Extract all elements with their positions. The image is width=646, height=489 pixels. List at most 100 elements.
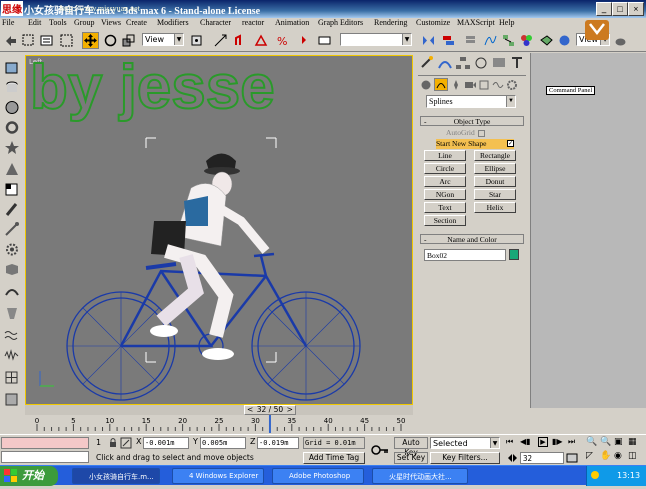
pivot-center-icon[interactable] — [188, 32, 205, 49]
wave-modifier-icon[interactable] — [3, 327, 21, 344]
modify-tab-icon[interactable] — [436, 55, 454, 71]
menu-animation[interactable]: Animation — [275, 18, 309, 27]
z-coordinate-field[interactable]: -0.019m — [257, 437, 299, 449]
create-box-icon[interactable] — [3, 59, 21, 76]
tray-icon[interactable] — [591, 471, 599, 479]
category-dropdown[interactable]: Splines ▼ — [426, 95, 516, 108]
zoom-extents-all-icon[interactable]: ▦ — [628, 437, 637, 447]
next-frame-icon[interactable]: ▮▶ — [552, 437, 563, 446]
scale-icon[interactable] — [120, 32, 137, 49]
quick-render-icon[interactable] — [556, 32, 573, 49]
create-sphere-icon[interactable] — [3, 99, 21, 116]
percent-snap-icon[interactable]: % — [274, 32, 291, 49]
menu-views[interactable]: Views — [101, 18, 121, 27]
line-button[interactable]: Line — [424, 150, 466, 161]
edit-named-selection-icon[interactable] — [316, 32, 333, 49]
name-color-rollout-header[interactable]: - Name and Color — [420, 234, 524, 244]
select-and-move-icon[interactable] — [82, 32, 99, 49]
key-filters-button[interactable]: Key Filters... — [430, 452, 500, 464]
material-editor-icon[interactable] — [518, 32, 535, 49]
autogrid-checkbox[interactable]: AutoGrid — [446, 128, 516, 138]
start-button[interactable]: 开始 — [0, 466, 58, 486]
zoom-all-icon[interactable]: 🔍 — [600, 437, 611, 447]
object-color-swatch[interactable] — [509, 249, 519, 260]
utilities-tab-icon[interactable] — [508, 55, 526, 71]
helpers-icon[interactable] — [478, 79, 490, 91]
create-cone-icon[interactable] — [3, 161, 21, 178]
time-configuration-icon[interactable] — [566, 452, 578, 464]
menu-create[interactable]: Create — [126, 18, 147, 27]
ellipse-button[interactable]: Ellipse — [474, 163, 516, 174]
maximize-viewport-icon[interactable]: ◫ — [628, 451, 637, 461]
curve-editor-icon[interactable] — [482, 32, 499, 49]
task-browser[interactable]: 火星时代动画大社... — [372, 468, 468, 484]
donut-button[interactable]: Donut — [474, 176, 516, 187]
viewport-left[interactable]: Left by jesse — [25, 55, 413, 405]
shapes-icon[interactable] — [434, 78, 448, 91]
pan-icon[interactable]: ✋ — [600, 451, 611, 461]
add-time-tag-button[interactable]: Add Time Tag — [303, 452, 365, 464]
angle-snap-icon[interactable] — [253, 32, 270, 49]
hierarchy-tab-icon[interactable] — [454, 55, 472, 71]
menu-graph-editors[interactable]: Graph Editors — [318, 18, 363, 27]
gear-icon[interactable] — [3, 241, 21, 258]
display-tab-icon[interactable] — [490, 55, 508, 71]
key-mode-dropdown[interactable]: Selected ▼ — [430, 437, 500, 449]
rotate-icon[interactable] — [102, 32, 119, 49]
key-icon[interactable] — [370, 441, 390, 459]
spinner-snap-icon[interactable] — [294, 32, 311, 49]
close-button[interactable]: × — [628, 2, 644, 16]
uvw-map-icon[interactable] — [3, 391, 21, 408]
menu-customize[interactable]: Customize — [416, 18, 450, 27]
create-tab-icon[interactable] — [418, 55, 436, 71]
arc-button[interactable]: Arc — [424, 176, 466, 187]
mirror-icon[interactable] — [420, 32, 437, 49]
menu-tools[interactable]: Tools — [49, 18, 67, 27]
create-cylinder-icon[interactable] — [3, 79, 21, 96]
dynamics-icon[interactable] — [3, 261, 21, 278]
geometry-icon[interactable] — [420, 79, 432, 91]
maximize-button[interactable]: □ — [612, 2, 628, 16]
start-new-shape-checkbox[interactable]: Start New Shape ✓ — [436, 139, 514, 149]
align-icon[interactable] — [440, 32, 457, 49]
snap-toggle-icon[interactable] — [232, 32, 249, 49]
cameras-icon[interactable] — [464, 79, 476, 91]
text-button[interactable]: Text — [424, 202, 466, 213]
y-coordinate-field[interactable]: 0.005m — [200, 437, 246, 449]
bend-modifier-icon[interactable] — [3, 283, 21, 300]
teapot-render-icon[interactable] — [612, 32, 629, 49]
layer-manager-icon[interactable] — [462, 32, 479, 49]
absolute-mode-icon[interactable] — [120, 437, 132, 449]
maxscript-listener-bottom[interactable] — [1, 451, 89, 463]
task-photoshop[interactable]: Adobe Photoshop — [272, 468, 364, 484]
star-button[interactable]: Star — [474, 189, 516, 200]
menu-help[interactable]: Help — [499, 18, 515, 27]
helix-button[interactable]: Helix — [474, 202, 516, 213]
play-icon[interactable]: ▶ — [538, 437, 548, 447]
current-frame-spinner[interactable]: 32 — [520, 452, 564, 464]
lattice-modifier-icon[interactable] — [3, 369, 21, 386]
taper-modifier-icon[interactable] — [3, 305, 21, 322]
menu-maxscript[interactable]: MAXScript — [457, 18, 495, 27]
create-star-icon[interactable] — [3, 139, 21, 156]
render-scene-icon[interactable] — [538, 32, 555, 49]
go-to-end-icon[interactable]: ⏭ — [568, 437, 575, 447]
key-mode-toggle-icon[interactable] — [506, 452, 518, 464]
create-pen-icon[interactable] — [3, 201, 21, 218]
create-torus-icon[interactable] — [3, 119, 21, 136]
systems-icon[interactable] — [506, 79, 518, 91]
menu-modifiers[interactable]: Modifiers — [157, 18, 189, 27]
rectangle-button[interactable]: Rectangle — [474, 150, 516, 161]
auto-key-button[interactable]: Auto Key — [394, 437, 428, 457]
maxscript-listener-top[interactable] — [1, 437, 89, 449]
x-coordinate-field[interactable]: -0.001m — [143, 437, 189, 449]
lock-selection-icon[interactable] — [108, 437, 118, 449]
menu-rendering[interactable]: Rendering — [374, 18, 407, 27]
circle-button[interactable]: Circle — [424, 163, 466, 174]
set-key-button[interactable]: Set Key — [394, 452, 428, 464]
track-bar[interactable]: 0 5 10 15 20 25 30 35 40 45 50 — [25, 415, 413, 433]
select-object-icon[interactable] — [20, 32, 37, 49]
zoom-icon[interactable]: 🔍 — [586, 437, 597, 447]
motion-tab-icon[interactable] — [472, 55, 490, 71]
reference-coordinate-dropdown[interactable]: View ▼ — [142, 33, 184, 46]
